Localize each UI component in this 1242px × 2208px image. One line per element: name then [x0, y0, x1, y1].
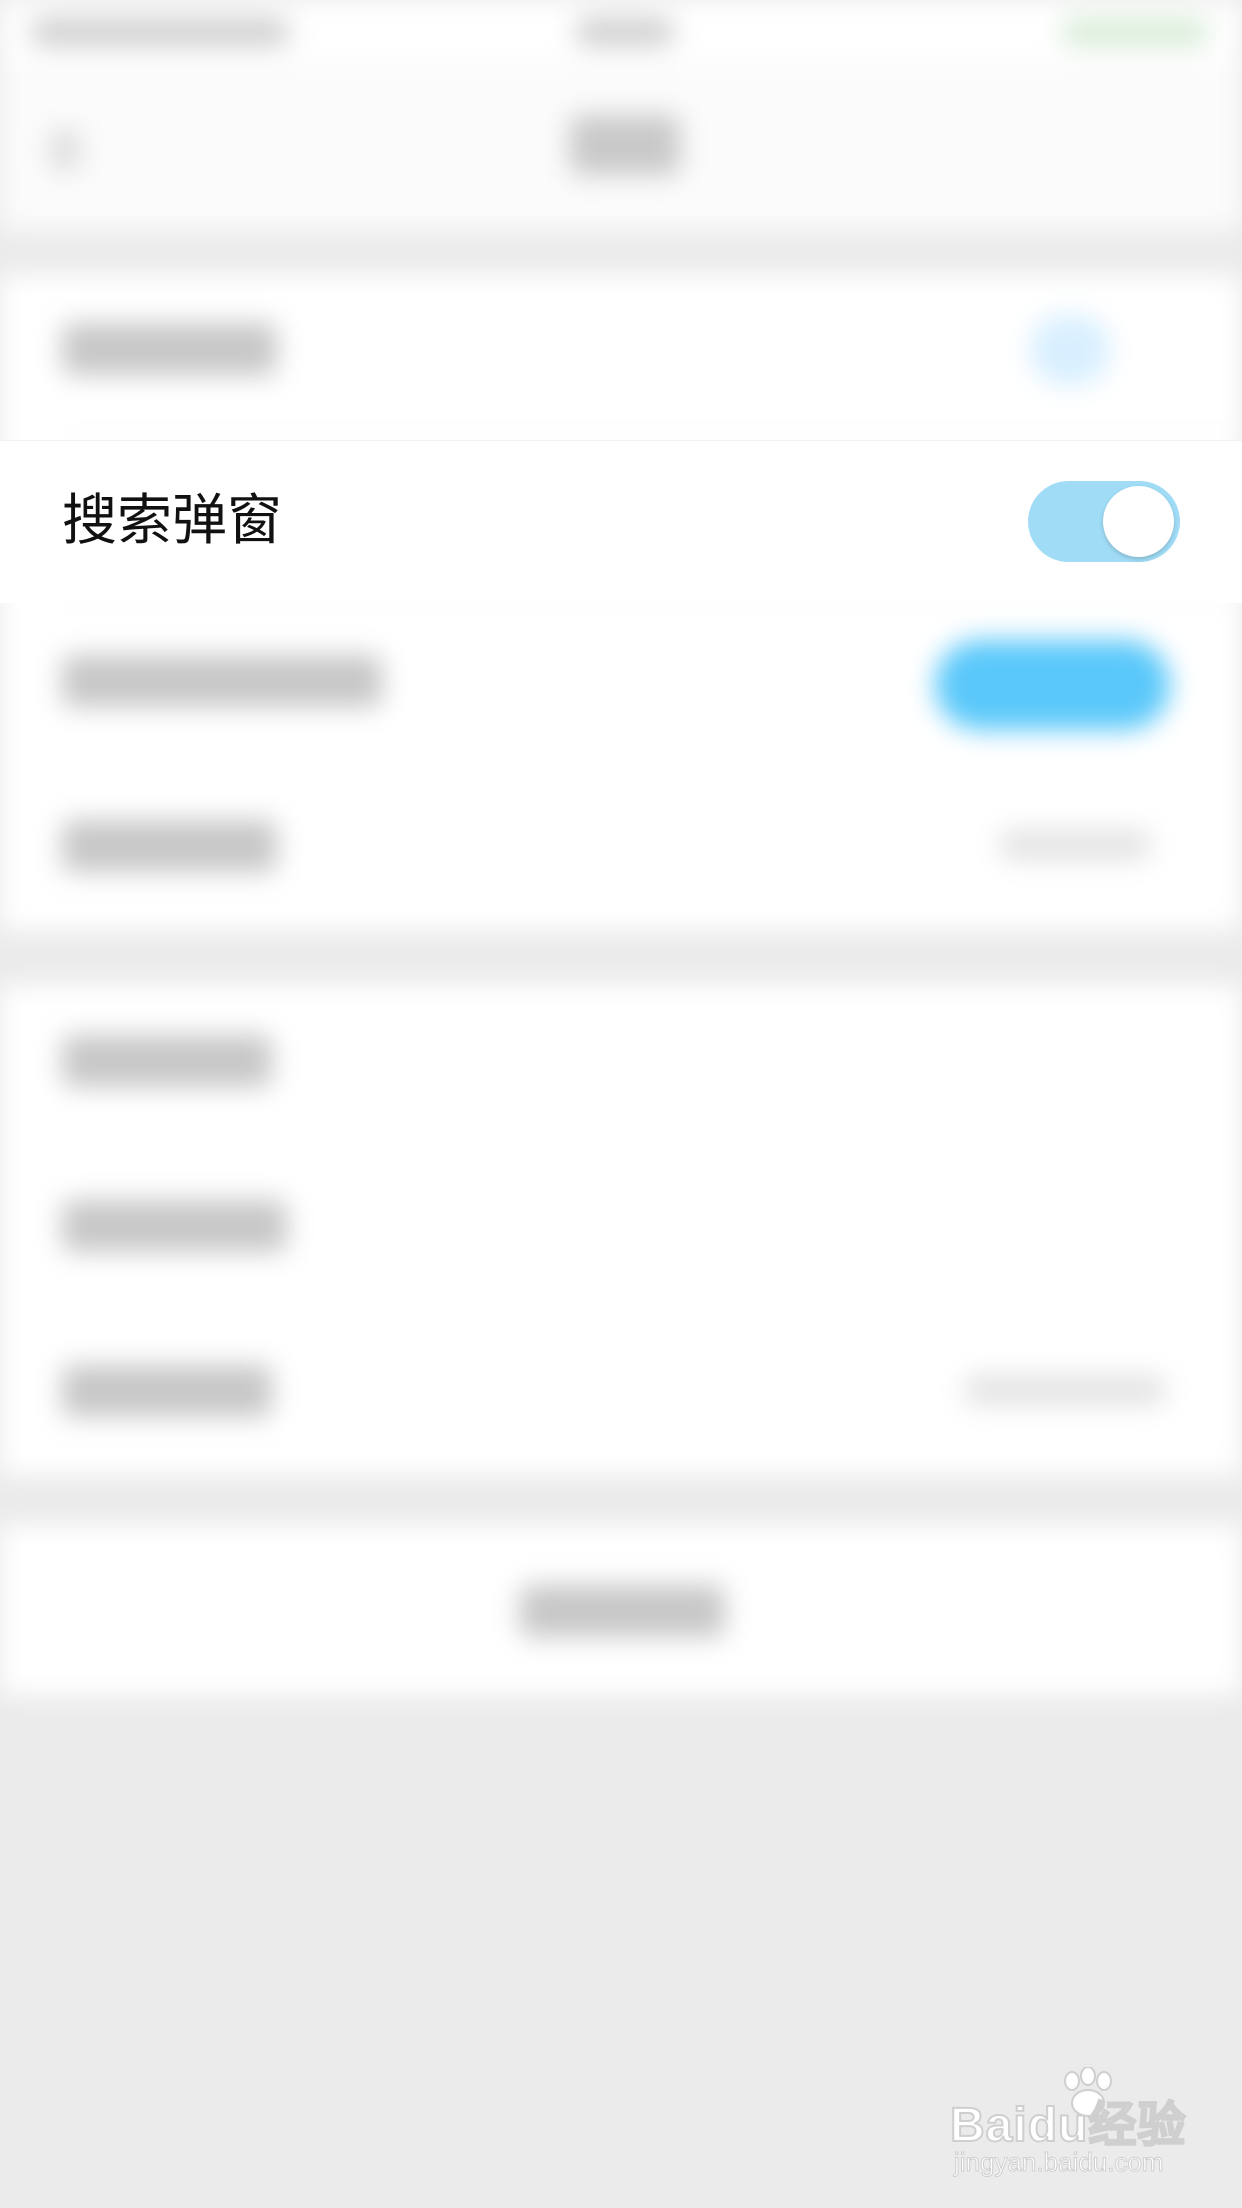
status-bar-time	[575, 18, 675, 46]
status-bar	[0, 0, 1242, 60]
status-bar-carrier	[30, 18, 290, 46]
setting-toggle-1[interactable]	[1030, 315, 1110, 385]
watermark-url: jingyan.baidu.com	[954, 2147, 1165, 2178]
search-popup-toggle[interactable]	[1028, 481, 1180, 562]
setting-label-6	[62, 1200, 287, 1252]
battery-icon	[1060, 18, 1210, 46]
bottom-action[interactable]	[0, 1525, 1242, 1695]
setting-label-1	[62, 323, 277, 375]
setting-row-search-popup: 搜索弹窗	[0, 440, 1242, 603]
bottom-action-label	[520, 1585, 725, 1637]
back-icon[interactable]	[50, 130, 80, 170]
setting-value-7	[965, 1375, 1165, 1405]
setting-label-3	[62, 655, 382, 707]
setting-label-7	[62, 1365, 272, 1417]
search-popup-label: 搜索弹窗	[62, 488, 283, 552]
setting-label-4	[62, 820, 277, 872]
divider	[62, 435, 1242, 437]
setting-value-4	[1000, 830, 1150, 860]
navigation-bar	[0, 60, 1242, 230]
page-title	[570, 115, 680, 175]
setting-label-5	[62, 1035, 272, 1087]
baidu-jingyan-watermark: Baidu经验 jingyan.baidu.com	[949, 2067, 1190, 2185]
toggle-knob	[1103, 486, 1174, 557]
watermark-logo-text: Baidu经验	[949, 2098, 1187, 2153]
setting-toggle-3[interactable]	[935, 640, 1170, 730]
settings-group-2	[0, 985, 1242, 1475]
